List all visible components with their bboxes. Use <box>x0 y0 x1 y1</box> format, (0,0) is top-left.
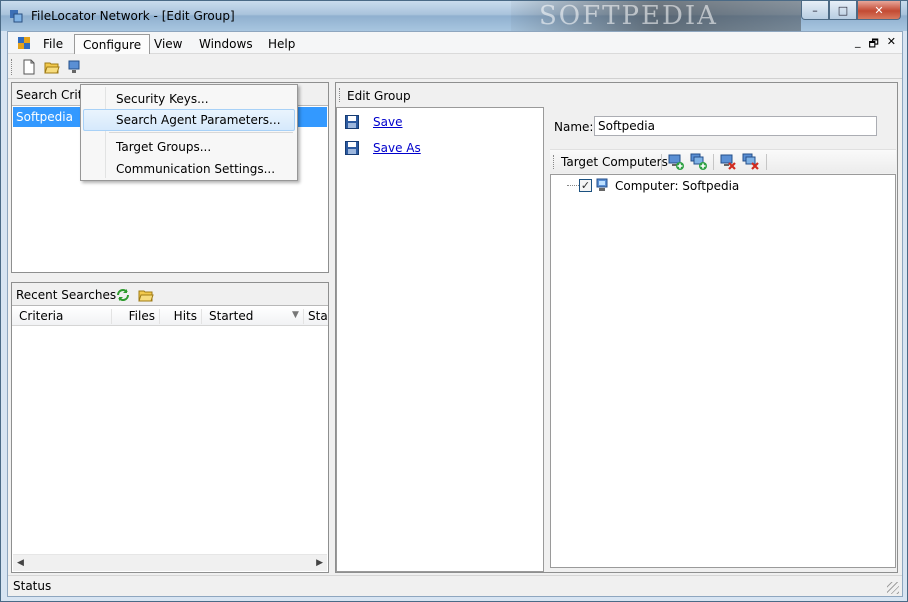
toolbar-grip[interactable] <box>11 59 14 75</box>
status-text: Status <box>13 579 52 593</box>
menu-help[interactable]: Help <box>260 34 303 54</box>
maximize-button[interactable]: □ <box>829 1 857 20</box>
window-title: FileLocator Network - [Edit Group] <box>31 9 235 23</box>
document-icon[interactable] <box>17 36 31 50</box>
computer-icon <box>596 178 608 191</box>
client-area: File Configure View Windows Help _ 🗗 ✕ S… <box>7 31 903 597</box>
edit-group-title: Edit Group <box>347 89 411 103</box>
menu-item-communication-settings[interactable]: Communication Settings... <box>83 158 295 180</box>
recent-searches-title: Recent Searches <box>16 288 117 302</box>
menu-item-target-groups[interactable]: Target Groups... <box>83 136 295 158</box>
name-input[interactable] <box>594 116 877 136</box>
column-criteria[interactable]: Criteria <box>12 309 112 324</box>
save-link[interactable]: Save <box>373 115 402 129</box>
menu-view[interactable]: View <box>146 34 190 54</box>
toolbar-separator <box>661 154 662 170</box>
tree-checkbox[interactable]: ✓ <box>579 179 592 192</box>
floppy-disk-icon <box>345 115 359 129</box>
target-computers-tree: ✓ Computer: Softpedia <box>550 174 896 568</box>
mdi-minimize-button[interactable]: _ <box>855 35 861 54</box>
resize-grip[interactable] <box>887 582 899 594</box>
network-icon[interactable] <box>67 59 83 75</box>
new-icon[interactable] <box>21 59 37 75</box>
status-bar: Status <box>8 575 902 596</box>
panel-grip <box>339 88 342 102</box>
tree-connector <box>567 185 579 186</box>
app-window: FileLocator Network - [Edit Group] SOFTP… <box>0 0 908 602</box>
menu-item-security-keys[interactable]: Security Keys... <box>83 88 295 110</box>
menu-file[interactable]: File <box>35 34 71 54</box>
target-computers-label: Target Computers <box>561 155 668 169</box>
edit-group-panel: Edit Group Save Save As Name: Softpedia … <box>335 82 898 573</box>
floppy-disk-icon <box>345 141 359 155</box>
menu-item-search-agent-parameters[interactable]: Search Agent Parameters... <box>83 109 295 131</box>
recent-searches-columns: Criteria Files Hits Started ▼ Sta <box>12 307 328 326</box>
actions-pane: Save Save As <box>336 107 544 572</box>
mdi-restore-button[interactable]: 🗗 <box>868 35 878 54</box>
main-toolbar <box>8 55 902 79</box>
target-computers-toolbar: Target Computers <box>550 149 896 173</box>
open-folder-icon[interactable] <box>44 59 60 75</box>
menu-bar: File Configure View Windows Help _ 🗗 ✕ <box>8 32 902 54</box>
column-files[interactable]: Files <box>112 309 160 324</box>
scroll-right-icon[interactable]: ▶ <box>316 558 323 568</box>
name-label: Name: <box>554 120 594 134</box>
add-computers-icon[interactable] <box>690 153 708 171</box>
close-button[interactable]: ✕ <box>857 1 901 20</box>
save-action[interactable]: Save <box>345 113 402 131</box>
toolbar-grip <box>553 155 556 169</box>
scroll-left-icon[interactable]: ◀ <box>17 558 24 568</box>
configure-menu: Security Keys... Search Agent Parameters… <box>80 84 298 181</box>
open-folder-icon[interactable] <box>138 287 154 303</box>
minimize-button[interactable]: – <box>801 1 829 20</box>
title-bar[interactable]: FileLocator Network - [Edit Group] SOFTP… <box>1 1 907 31</box>
column-hits[interactable]: Hits <box>160 309 202 324</box>
app-icon <box>10 10 23 23</box>
menu-separator <box>109 132 293 133</box>
save-as-action[interactable]: Save As <box>345 139 421 157</box>
refresh-icon[interactable] <box>115 287 131 303</box>
sort-down-icon: ▼ <box>292 310 299 320</box>
menu-configure[interactable]: Configure <box>74 34 151 54</box>
recent-searches-header: Recent Searches <box>12 283 328 306</box>
menu-windows[interactable]: Windows <box>191 34 261 54</box>
toolbar-separator <box>766 154 767 170</box>
watermark-logo: SOFTPEDIA <box>511 1 801 31</box>
horizontal-scrollbar[interactable]: ◀ ▶ <box>13 554 327 571</box>
column-started[interactable]: Started <box>202 309 304 324</box>
mdi-close-button[interactable]: ✕ <box>887 35 896 54</box>
toolbar-separator <box>713 154 714 170</box>
add-computer-icon[interactable] <box>667 153 685 171</box>
recent-searches-panel: Recent Searches Criteria Files Hits Star… <box>11 282 329 573</box>
remove-computer-icon[interactable] <box>719 153 737 171</box>
column-status[interactable]: Sta <box>304 309 328 324</box>
tree-item-label[interactable]: Computer: Softpedia <box>615 179 739 193</box>
save-as-link[interactable]: Save As <box>373 141 421 155</box>
remove-all-computers-icon[interactable] <box>742 153 760 171</box>
